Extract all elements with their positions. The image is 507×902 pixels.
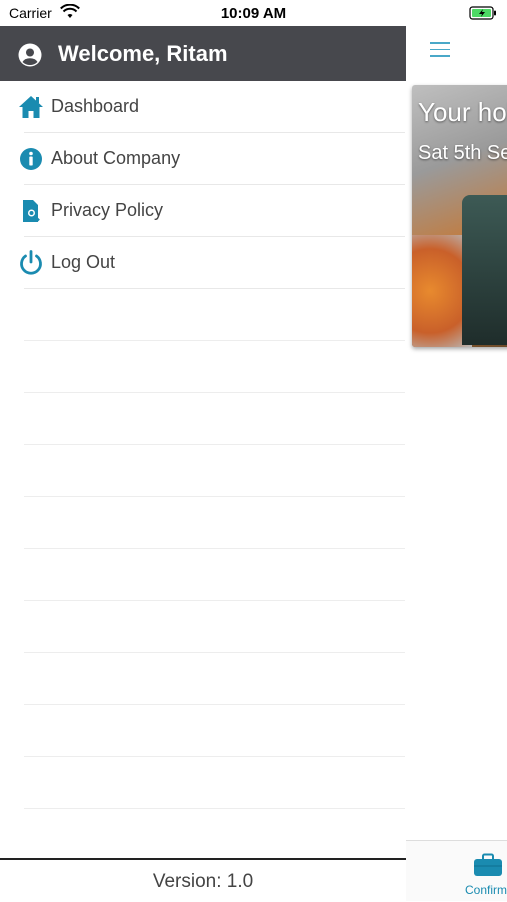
empty-row bbox=[24, 549, 405, 601]
user-avatar-icon bbox=[18, 43, 42, 67]
tab-bar: Confirm bbox=[406, 840, 507, 901]
empty-row bbox=[24, 289, 405, 341]
empty-row bbox=[24, 653, 405, 705]
empty-row bbox=[24, 341, 405, 393]
empty-menu-area bbox=[0, 289, 406, 809]
menu-item-dashboard[interactable]: Dashboard bbox=[19, 81, 405, 133]
menu-item-label: Dashboard bbox=[51, 96, 140, 116]
menu-item-label: About Company bbox=[51, 148, 181, 168]
hamburger-menu-icon[interactable] bbox=[430, 42, 450, 58]
side-drawer: Welcome, Ritam Dashboard About Company P… bbox=[0, 26, 406, 902]
drawer-menu: Dashboard About Company Privacy Policy L… bbox=[0, 81, 406, 289]
menu-item-privacy-policy[interactable]: Privacy Policy bbox=[23, 185, 405, 237]
battery-icon bbox=[469, 6, 496, 20]
briefcase-icon[interactable] bbox=[473, 853, 503, 877]
power-icon bbox=[20, 250, 42, 275]
status-bar: Carrier 10:09 AM bbox=[0, 0, 507, 26]
menu-item-about-company[interactable]: About Company bbox=[20, 133, 405, 185]
version-label: Version: 1.0 bbox=[152, 871, 254, 892]
drawer-footer: Version: 1.0 bbox=[0, 858, 406, 902]
status-time: 10:09 AM bbox=[220, 5, 287, 22]
menu-item-label: Log Out bbox=[51, 252, 116, 272]
main-screen: Your hol Sat 5th Se Confirm bbox=[406, 26, 507, 901]
empty-row bbox=[24, 757, 405, 809]
empty-row bbox=[24, 601, 405, 653]
menu-item-label: Privacy Policy bbox=[51, 200, 164, 220]
info-icon bbox=[20, 148, 42, 170]
empty-row bbox=[24, 497, 405, 549]
empty-row bbox=[24, 393, 405, 445]
home-icon bbox=[19, 96, 43, 118]
welcome-title: Welcome, Ritam bbox=[58, 41, 228, 66]
lantern-image bbox=[462, 195, 507, 345]
holiday-card[interactable]: Your hol Sat 5th Se bbox=[412, 85, 507, 347]
tab-confirm[interactable]: Confirm bbox=[465, 883, 507, 897]
drawer-header: Welcome, Ritam bbox=[0, 26, 406, 81]
menu-item-log-out[interactable]: Log Out bbox=[20, 237, 405, 289]
document-icon bbox=[23, 200, 40, 222]
holiday-card-date: Sat 5th Se bbox=[418, 142, 507, 164]
empty-row bbox=[24, 445, 405, 497]
holiday-card-title: Your hol bbox=[418, 97, 507, 127]
empty-row bbox=[24, 705, 405, 757]
